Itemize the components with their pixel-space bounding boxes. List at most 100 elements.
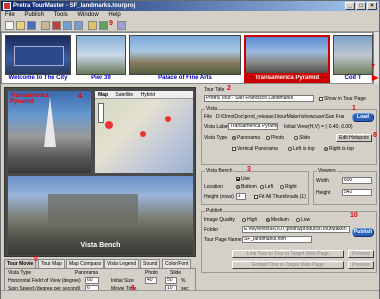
viewer-height-input[interactable]: 542: [342, 189, 372, 196]
menu-window[interactable]: Window: [73, 11, 102, 20]
type-panorama[interactable]: Panorama: [232, 135, 260, 141]
move-left-icon[interactable]: [63, 21, 72, 30]
location-right[interactable]: Right: [280, 184, 297, 190]
help-icon[interactable]: [117, 21, 126, 30]
bench-use-check[interactable]: [236, 176, 240, 181]
left-is-top[interactable]: Left is top: [288, 146, 315, 152]
save-icon[interactable]: [27, 21, 36, 30]
preview-icon[interactable]: [99, 21, 108, 30]
maximize-button[interactable]: □: [356, 2, 366, 10]
menu-help[interactable]: Help: [104, 11, 124, 20]
annotation-1: 1: [352, 105, 356, 112]
thumbnail-palace[interactable]: [129, 35, 241, 75]
thumbnail-label-transamerica: Transamerica Pyramid: [244, 75, 330, 83]
quality-low-label: Low: [301, 217, 311, 223]
publish-icon[interactable]: [88, 21, 97, 30]
show-in-page-checkbox[interactable]: Show in Tour Page: [319, 96, 366, 102]
hfov-input[interactable]: 60: [85, 277, 99, 284]
folder-input[interactable]: E:\MyWebs\ROOT\pretra\products\TourMaker…: [242, 226, 350, 233]
viewer-width-input[interactable]: 600: [342, 177, 372, 184]
link-tour-button[interactable]: Link Tour to Tour in Target Web Page: [232, 250, 344, 258]
title-bar: Pretra TourMaster - SF_landmarks.tourpro…: [1, 1, 379, 11]
vertical-pano-label: Vertical Panorama: [237, 146, 278, 152]
edit-hotspots-button[interactable]: Edit Hotspots: [336, 134, 372, 142]
radio-medium[interactable]: [266, 217, 270, 222]
thumbnail-welcome[interactable]: [5, 35, 71, 75]
vista-bench[interactable]: Vista Bench: [8, 176, 193, 255]
add-vista-icon[interactable]: [41, 21, 50, 30]
tab-tour-map[interactable]: Tour Map: [38, 259, 65, 268]
toolbar: 9: [1, 20, 379, 32]
radio-photo[interactable]: [266, 135, 270, 140]
preview-embed-button[interactable]: Preview: [348, 261, 374, 269]
slide-header: Slide: [170, 270, 182, 276]
move-right-icon[interactable]: [74, 21, 83, 30]
location-bottom[interactable]: Bottom: [236, 184, 257, 190]
vista-type-value: Panorama: [75, 270, 99, 276]
load-button[interactable]: Load: [352, 113, 374, 122]
viewer-area: Transamerica Pyramid 4 Map Satellite Hyb…: [4, 87, 196, 257]
initial-size-photo[interactable]: 40: [145, 277, 157, 284]
radio-high[interactable]: [242, 217, 246, 222]
show-in-page-check[interactable]: [319, 96, 323, 101]
tour-map[interactable]: Map Satellite Hybrid: [95, 91, 193, 173]
map-tab-satellite[interactable]: Satellite: [112, 92, 136, 98]
radio-panorama[interactable]: [232, 135, 236, 140]
thumbnail-pier39[interactable]: [76, 35, 126, 75]
viewers-group-title: Viewers: [317, 168, 337, 174]
panorama-view[interactable]: Transamerica Pyramid 4: [8, 91, 91, 173]
right-is-top[interactable]: Right is top: [324, 146, 354, 152]
vista-type-label: Vista Type: [8, 270, 32, 276]
quality-high[interactable]: High: [242, 217, 257, 223]
map-marker-icon[interactable]: [165, 116, 171, 122]
radio-low[interactable]: [296, 217, 300, 222]
map-zoom-control[interactable]: [98, 103, 104, 123]
tab-vista-legend[interactable]: Vista Legend: [104, 259, 140, 268]
delete-vista-icon[interactable]: [52, 21, 61, 30]
menu-publish[interactable]: Publish: [20, 11, 48, 20]
left-is-top-label: Left is top: [293, 146, 315, 152]
type-photo[interactable]: Photo: [266, 135, 284, 141]
close-button[interactable]: ×: [367, 2, 377, 10]
location-left-label: Left: [265, 184, 274, 190]
preview-link-button[interactable]: Preview: [348, 250, 374, 258]
thumbnail-transamerica[interactable]: [244, 35, 330, 75]
type-slide[interactable]: Slide: [294, 135, 310, 141]
quality-low[interactable]: Low: [296, 217, 310, 223]
map-tab-hybrid[interactable]: Hybrid: [138, 92, 158, 98]
map-marker-icon[interactable]: [105, 121, 113, 129]
initial-size-slide[interactable]: 50: [165, 277, 177, 284]
quality-medium[interactable]: Medium: [266, 217, 289, 223]
new-icon[interactable]: [5, 21, 14, 30]
minimize-button[interactable]: _: [345, 2, 355, 10]
map-tab-map[interactable]: Map: [95, 92, 111, 98]
map-marker-icon[interactable]: [140, 131, 146, 137]
vertical-pano-check[interactable]: Vertical Panorama: [232, 146, 278, 152]
radio-right[interactable]: [280, 184, 284, 189]
radio-bottom[interactable]: [236, 184, 240, 189]
bench-use[interactable]: Use: [236, 176, 250, 182]
tab-map-compass[interactable]: Map Compass: [66, 259, 105, 268]
hfov-label: Horizontal Field of View (degree): [8, 278, 81, 284]
radio-right-top[interactable]: [324, 146, 328, 151]
tab-sound[interactable]: Sound: [140, 259, 161, 268]
publish-button[interactable]: Publish: [352, 228, 374, 237]
fit-all-box[interactable]: [254, 194, 258, 199]
radio-left-top[interactable]: [288, 146, 292, 151]
embed-tour-button[interactable]: Embed Tour in Target Web Page: [232, 261, 344, 269]
location-left[interactable]: Left: [260, 184, 273, 190]
vertical-pano-box[interactable]: [232, 146, 236, 151]
tab-color-font[interactable]: Color/Font: [162, 259, 192, 268]
page-name-input[interactable]: SF_landmarks.htm: [242, 236, 312, 243]
tour-title-input[interactable]: Pretra Tour - San Francisco Landmarks: [204, 95, 314, 102]
thumbnail-coit[interactable]: [333, 35, 373, 75]
vista-label-input[interactable]: Transamerica Pyramid: [228, 123, 278, 130]
menu-file[interactable]: File: [1, 11, 19, 20]
radio-slide[interactable]: [294, 135, 298, 140]
height-rows-input[interactable]: 1: [236, 193, 246, 200]
radio-left[interactable]: [260, 184, 264, 189]
window-title: Pretra TourMaster - SF_landmarks.tourpro…: [13, 3, 136, 9]
menu-tools[interactable]: Tools: [50, 11, 72, 20]
open-folder-icon[interactable]: [16, 21, 25, 30]
fit-all-check[interactable]: Fit All Thumbnails (1): [254, 194, 306, 200]
